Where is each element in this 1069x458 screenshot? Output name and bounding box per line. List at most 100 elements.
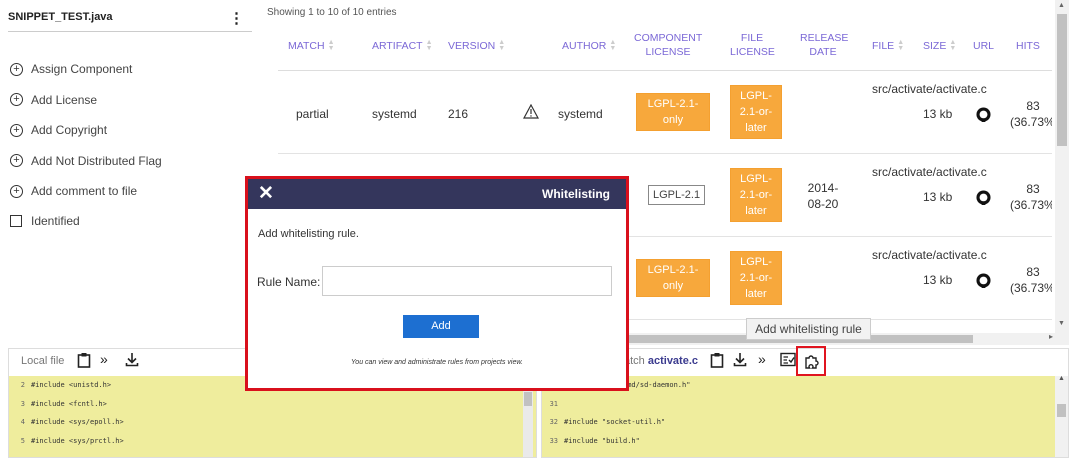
scrollbar-thumb[interactable] — [524, 392, 532, 406]
rule-name-text: Rule Name: — [257, 275, 321, 289]
match-file-label: atch activate.c — [624, 355, 698, 367]
add-copyright-action[interactable]: + Add Copyright — [10, 115, 162, 146]
sort-icon: ▲ ▼ — [949, 39, 957, 53]
file-panel: SNIPPET_TEST.java ⋮ + Assign Component +… — [0, 0, 258, 345]
hits-cell: 83 (36.73%) — [1010, 265, 1052, 295]
line-number: 2 — [20, 381, 25, 390]
action-label: Assign Component — [31, 62, 133, 77]
match-file-name: activate.c — [647, 355, 699, 367]
add-comment-action[interactable]: + Add comment to file — [10, 176, 162, 207]
sort-icon: ▲ ▼ — [425, 39, 433, 53]
close-icon[interactable]: ✕ — [258, 182, 274, 205]
scroll-right-icon[interactable]: ▸ — [1049, 332, 1053, 341]
header-label: ARTIFACT — [372, 40, 423, 52]
identified-label: Identified — [31, 213, 80, 228]
header-label: RELEASE DATE — [800, 32, 849, 58]
action-label: Add comment to file — [31, 184, 138, 199]
action-label: Add License — [31, 92, 98, 107]
col-header-url[interactable]: URL — [973, 39, 994, 53]
add-not-distributed-flag-action[interactable]: + Add Not Distributed Flag — [10, 146, 162, 177]
col-header-hits[interactable]: HITS — [1016, 39, 1040, 53]
identified-checkbox[interactable]: Identified — [10, 207, 162, 235]
clipboard-icon[interactable] — [77, 352, 91, 368]
github-icon[interactable] — [976, 190, 991, 205]
code-text: #include "socket-util.h" — [564, 418, 666, 427]
col-header-match[interactable]: MATCH ▲ ▼ — [288, 39, 335, 53]
file-license-badge[interactable]: LGPL-2.1-or-later — [730, 251, 782, 305]
checklist-icon[interactable] — [780, 352, 796, 367]
whitelist-tooltip: Add whitelisting rule — [746, 318, 871, 340]
file-cell: src/activate/activate.c — [872, 165, 987, 179]
col-header-file[interactable]: FILE ▲ ▼ — [872, 39, 904, 53]
code-text: #include <sys/epoll.h> — [31, 418, 124, 427]
code-line: 33 #include "build.h" — [542, 432, 1068, 451]
header-label: COMPONENT LICENSE — [634, 32, 703, 58]
code-text: #include <sys/prctl.h> — [31, 436, 124, 445]
header-label: FILE — [872, 40, 895, 52]
artifact-cell[interactable]: systemd — [372, 106, 417, 122]
action-list: + Assign Component + Add License + Add C… — [10, 54, 162, 235]
match-cell: partial — [296, 107, 329, 121]
scrollbar-thumb[interactable] — [1057, 404, 1066, 417]
line-number: 3 — [20, 399, 25, 408]
whitelisting-modal: ✕ Whitelisting Add whitelisting rule. Ru… — [245, 176, 629, 391]
plus-circle-icon: + — [10, 123, 23, 137]
release-date-cell: 2014-08-20 — [807, 181, 839, 211]
file-license-badge[interactable]: LGPL-2.1-or-later — [730, 85, 782, 139]
col-header-release-date[interactable]: RELEASE DATE — [800, 31, 849, 59]
size-cell: 13 kb — [923, 107, 953, 121]
hits-cell: 83 (36.73%) — [1010, 99, 1052, 129]
expand-all-icon[interactable]: » — [758, 351, 766, 367]
sort-icon: ▲ ▼ — [327, 39, 335, 53]
col-header-version[interactable]: VERSION ▲ ▼ — [448, 39, 505, 53]
action-label: Add Not Distributed Flag — [31, 153, 162, 168]
download-icon[interactable] — [125, 352, 139, 367]
action-label: Add Copyright — [31, 123, 108, 138]
line-number: 4 — [20, 418, 25, 427]
add-license-action[interactable]: + Add License — [10, 85, 162, 116]
expand-all-icon[interactable]: » — [100, 351, 108, 367]
table-vertical-scrollbar[interactable]: ▲ ▼ — [1055, 0, 1069, 345]
scroll-up-icon[interactable]: ▲ — [1058, 375, 1065, 382]
download-icon[interactable] — [733, 352, 747, 367]
scroll-up-icon[interactable]: ▲ — [1058, 2, 1065, 9]
scrollbar-thumb[interactable] — [1057, 14, 1067, 146]
size-cell: 13 kb — [923, 190, 953, 204]
github-icon[interactable] — [976, 107, 991, 122]
table-row[interactable]: partial systemd 216 systemd LGPL-2.1-onl… — [278, 71, 1052, 154]
assign-component-action[interactable]: + Assign Component — [10, 54, 162, 85]
col-header-artifact[interactable]: ARTIFACT ▲ ▼ — [372, 39, 433, 53]
table-header: MATCH ▲ ▼ ARTIFACT ▲ ▼ VERSION ▲ ▼ AUTHOR ▲ ▼ CO… — [278, 26, 1052, 71]
rule-name-input[interactable] — [322, 266, 612, 296]
add-button[interactable]: Add — [403, 315, 479, 338]
col-header-author[interactable]: AUTHOR ▲ ▼ — [562, 39, 616, 53]
warning-icon — [523, 104, 539, 119]
checkbox-icon[interactable] — [10, 214, 22, 227]
col-header-component-license[interactable]: COMPONENT LICENSE — [634, 31, 702, 59]
col-header-size[interactable]: SIZE ▲ ▼ — [923, 39, 956, 53]
file-title: SNIPPET_TEST.java — [8, 11, 113, 23]
author-cell: systemd — [558, 107, 603, 121]
header-label: SIZE — [923, 40, 947, 52]
hits-cell: 83 (36.73%) — [1010, 182, 1052, 212]
scroll-down-icon[interactable]: ▼ — [1058, 320, 1065, 327]
code-text: #include <unistd.h> — [31, 381, 112, 390]
component-license-badge[interactable]: LGPL-2.1-only — [636, 93, 710, 131]
line-number: 31 — [549, 399, 558, 408]
version-cell: 216 — [448, 107, 469, 121]
file-license-badge[interactable]: LGPL-2.1-or-later — [730, 168, 782, 222]
clipboard-icon[interactable] — [710, 352, 724, 368]
code-line: 31 — [542, 395, 1068, 414]
entries-info: Showing 1 to 10 of 10 entries — [267, 7, 397, 18]
component-license-badge[interactable]: LGPL-2.1-only — [636, 259, 710, 297]
modal-title: Whitelisting — [542, 187, 610, 201]
header-label: HITS — [1016, 40, 1040, 52]
code-line: 3 #include <fcntl.h> — [9, 395, 536, 414]
component-license-badge[interactable]: LGPL-2.1 — [648, 185, 706, 205]
github-icon[interactable] — [976, 273, 991, 288]
match-file-scrollbar[interactable]: ▲ — [1055, 375, 1068, 457]
rule-name-label: Rule Name: * — [257, 275, 328, 289]
kebab-icon[interactable]: ⋮ — [229, 9, 244, 27]
file-header: SNIPPET_TEST.java ⋮ — [8, 6, 252, 32]
col-header-file-license[interactable]: FILE LICENSE — [730, 31, 775, 59]
